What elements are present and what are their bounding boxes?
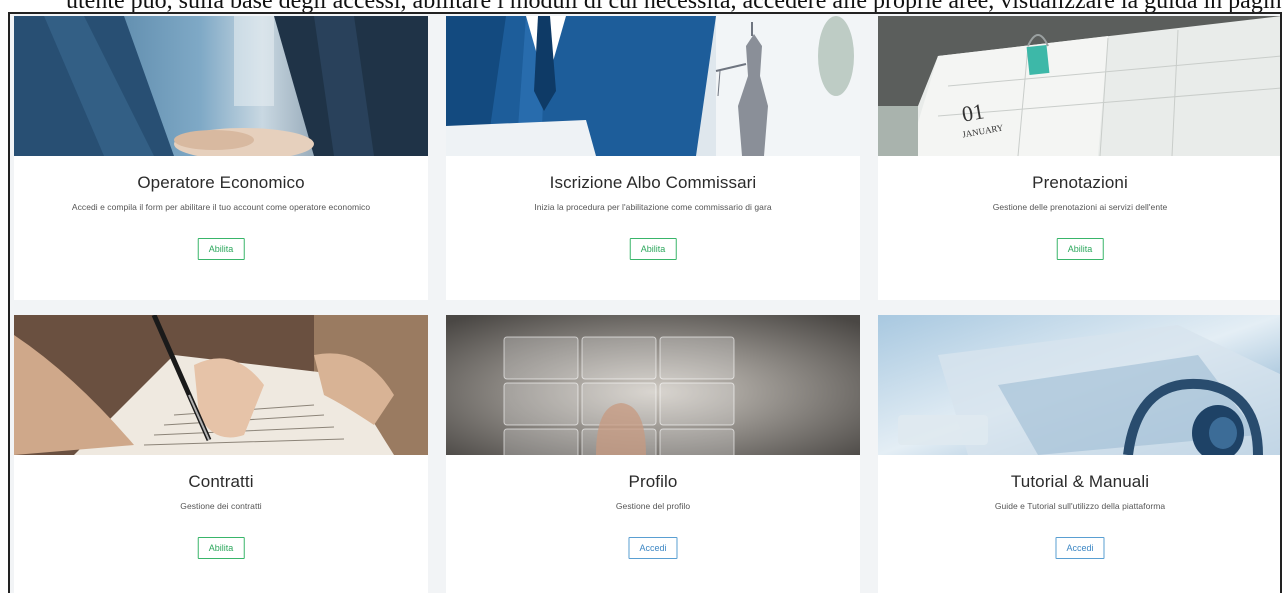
card-title: Profilo xyxy=(628,472,678,491)
card-description: Gestione delle prenotazioni ai servizi d… xyxy=(992,202,1168,212)
card-operatore-economico: Operatore Economico Accedi e compila il … xyxy=(14,16,428,300)
card-title: Contratti xyxy=(188,472,254,491)
card-profilo: Profilo Gestione del profilo Accedi xyxy=(446,315,860,593)
handshake-image xyxy=(14,16,428,156)
card-title: Operatore Economico xyxy=(137,173,305,192)
abilita-button[interactable]: Abilita xyxy=(1056,238,1104,260)
card-contratti: Contratti Gestione dei contratti Abilita xyxy=(14,315,428,593)
card-description: Gestione dei contratti xyxy=(180,501,262,511)
accedi-button[interactable]: Accedi xyxy=(628,537,678,559)
card-tutorial-manuali: Tutorial & Manuali Guide e Tutorial sull… xyxy=(878,315,1280,593)
card-prenotazioni: 01 JANUARY Prenotazioni Gestione delle p… xyxy=(878,16,1280,300)
accedi-button[interactable]: Accedi xyxy=(1055,537,1105,559)
abilita-button[interactable]: Abilita xyxy=(629,238,677,260)
signing-contract-image xyxy=(14,315,428,455)
card-description: Gestione del profilo xyxy=(615,501,691,511)
calendar-image: 01 JANUARY xyxy=(878,16,1280,156)
justice-statue-image xyxy=(446,16,860,156)
abilita-button[interactable]: Abilita xyxy=(197,537,245,559)
card-title: Tutorial & Manuali xyxy=(1010,472,1150,491)
calendar-day-label: 01 xyxy=(959,98,986,127)
touchscreen-grid-image xyxy=(446,315,860,455)
card-description: Guide e Tutorial sull'utilizzo della pia… xyxy=(994,501,1166,511)
card-title: Iscrizione Albo Commissari xyxy=(549,173,757,192)
card-description: Accedi e compila il form per abilitare i… xyxy=(71,202,371,212)
abilita-button[interactable]: Abilita xyxy=(197,238,245,260)
document-caption: utente può, sulla base degli accessi, ab… xyxy=(0,0,1282,12)
laptop-headphones-image xyxy=(878,315,1280,455)
card-description: Inizia la procedura per l'abilitazione c… xyxy=(534,202,772,212)
card-title: Prenotazioni xyxy=(1032,173,1128,192)
dashboard-frame: Operatore Economico Accedi e compila il … xyxy=(8,12,1282,593)
card-iscrizione-albo-commissari: Iscrizione Albo Commissari Inizia la pro… xyxy=(446,16,860,300)
